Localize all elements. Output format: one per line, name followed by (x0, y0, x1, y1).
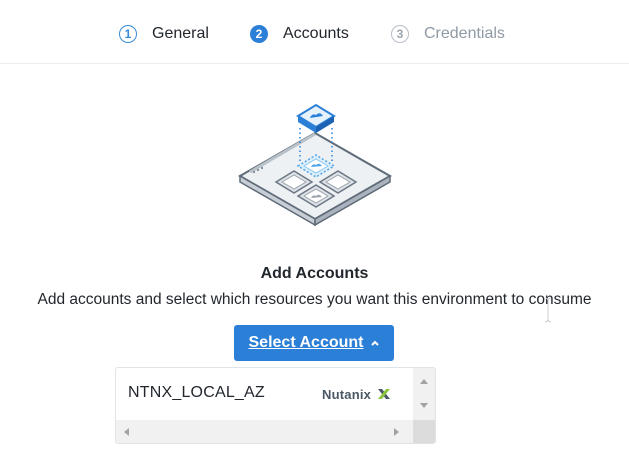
text-cursor-icon (544, 297, 552, 323)
select-account-button[interactable]: Select Account (234, 325, 394, 361)
step-label-credentials: Credentials (424, 25, 505, 42)
page-subtitle: Add accounts and select which resources … (37, 291, 592, 308)
list-item[interactable]: NTNX_LOCAL_AZ Nutanix (116, 368, 412, 420)
step-accounts[interactable]: 2 Accounts (250, 22, 349, 46)
step-number-2: 2 (250, 25, 268, 43)
step-number-1: 1 (119, 25, 137, 43)
step-number-3: 3 (391, 25, 409, 43)
scroll-up-icon[interactable] (419, 377, 429, 385)
select-account-label: Select Account (248, 334, 364, 351)
nutanix-x-icon (378, 389, 390, 399)
scroll-down-icon[interactable] (419, 402, 429, 410)
caret-up-icon (370, 340, 379, 346)
step-label-general: General (152, 25, 209, 42)
horizontal-scrollbar[interactable] (116, 420, 413, 443)
provider-label: Nutanix (322, 387, 372, 402)
vertical-scrollbar[interactable] (413, 368, 435, 420)
scroll-left-icon[interactable] (122, 427, 130, 437)
account-name: NTNX_LOCAL_AZ (128, 384, 265, 401)
step-credentials[interactable]: 3 Credentials (391, 22, 505, 46)
page-title: Add Accounts (260, 265, 369, 282)
step-label-accounts: Accounts (283, 25, 349, 42)
layered-resources-icon (237, 103, 393, 227)
scrollbar-corner (413, 420, 435, 443)
step-general[interactable]: 1 General (119, 22, 209, 46)
account-dropdown-list[interactable]: NTNX_LOCAL_AZ Nutanix (115, 367, 436, 444)
wizard-steps-bar: 1 General 2 Accounts 3 Credentials (0, 0, 629, 64)
scroll-right-icon[interactable] (393, 427, 401, 437)
